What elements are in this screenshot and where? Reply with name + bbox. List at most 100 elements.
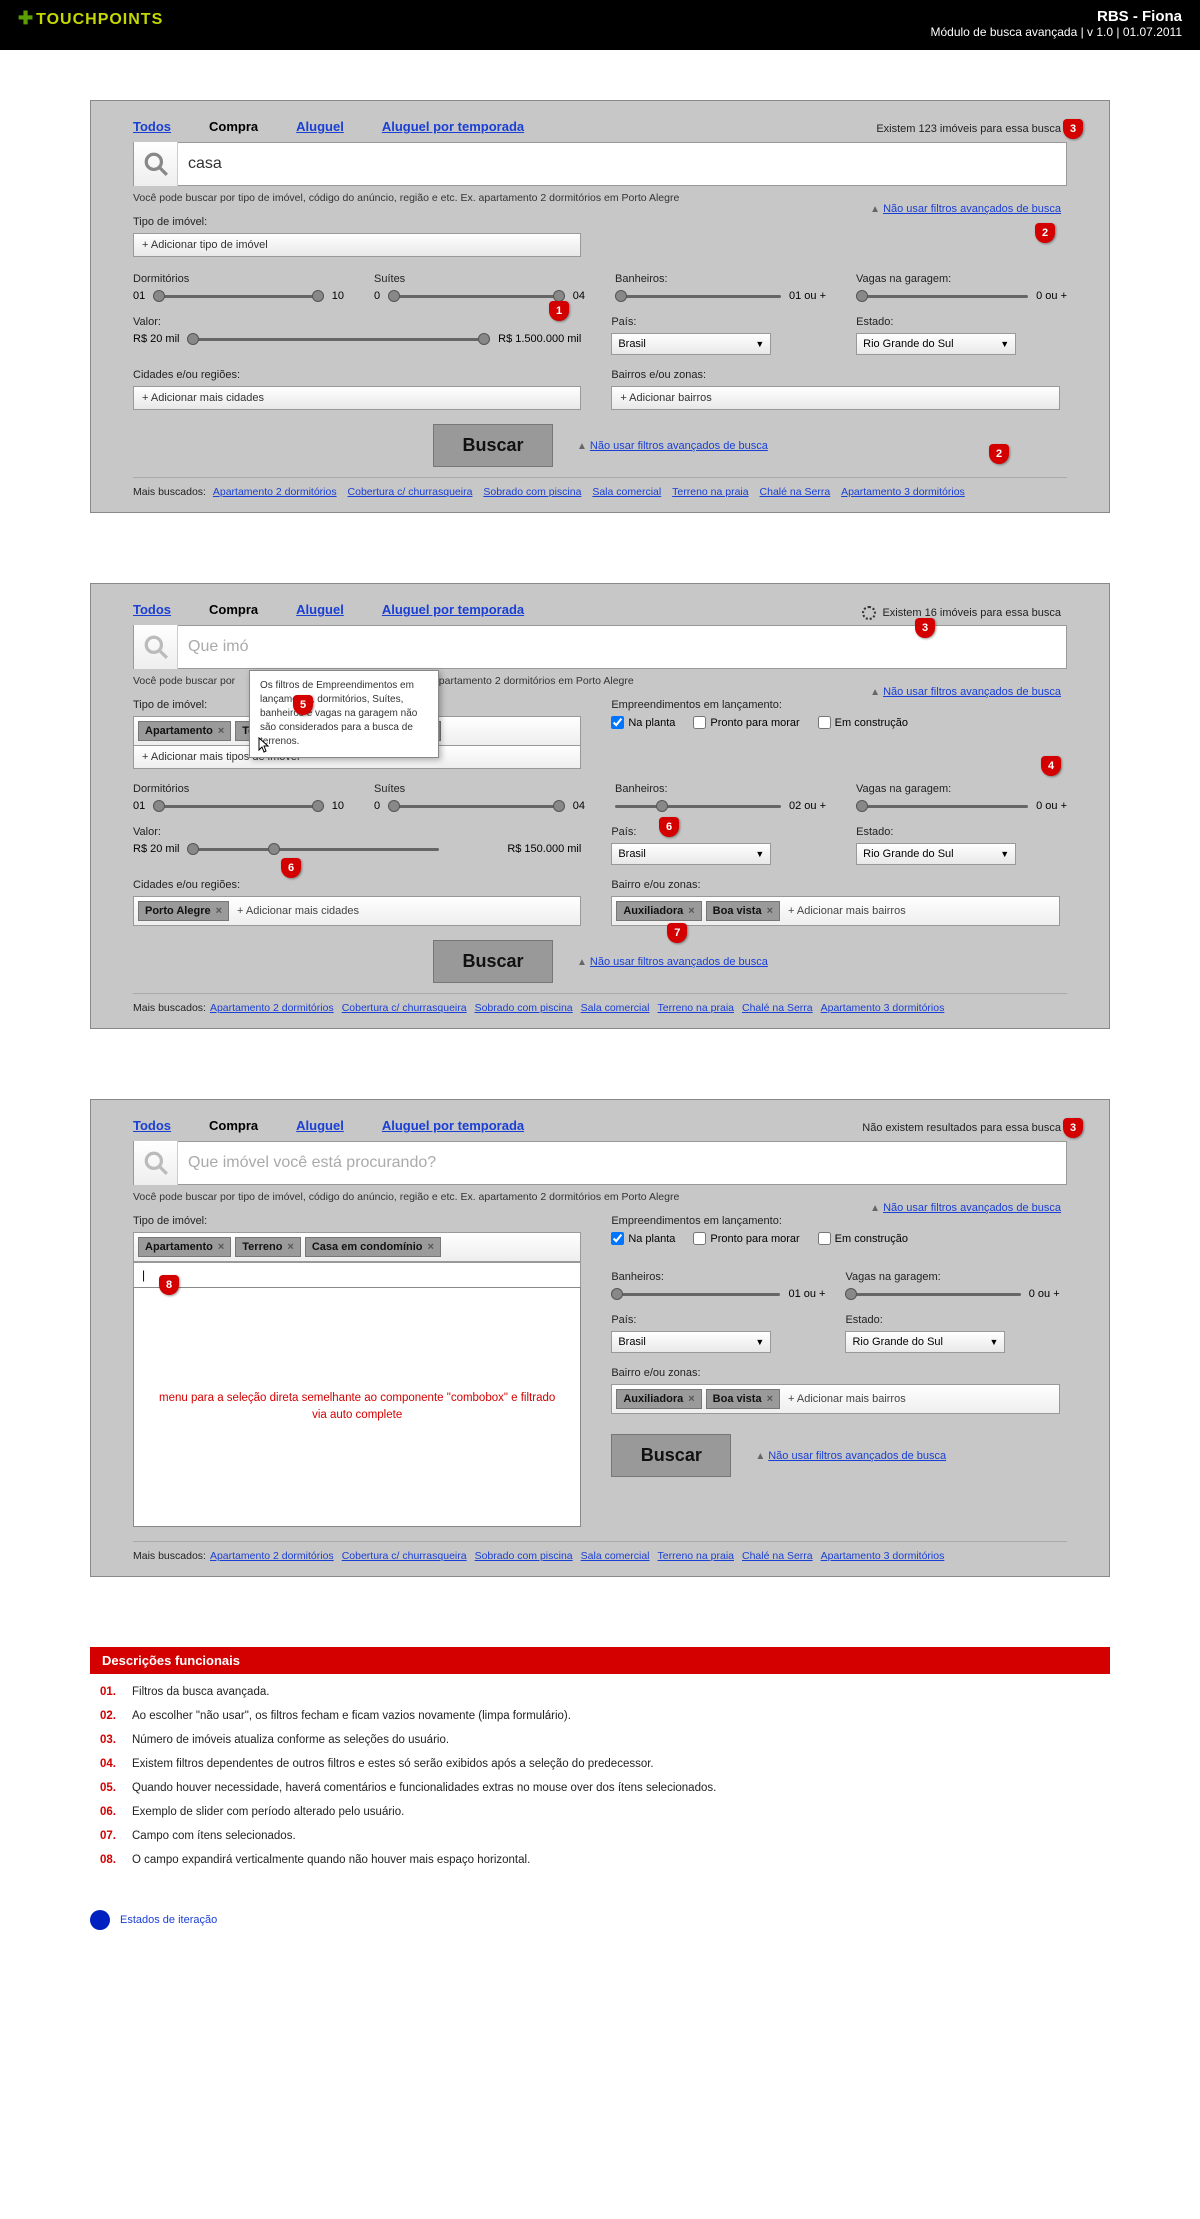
cidades-tokenbox[interactable]: Porto Alegre× + Adicionar mais cidades	[133, 896, 581, 926]
mb-link[interactable]: Sala comercial	[592, 486, 661, 498]
token-boavista[interactable]: Boa vista×	[706, 1389, 780, 1409]
chk-planta[interactable]: Na planta	[611, 716, 675, 729]
tipo-field[interactable]: + Adicionar tipo de imóvel	[133, 233, 581, 257]
mb-link[interactable]: Sala comercial	[581, 1550, 650, 1562]
tab-compra[interactable]: Compra	[209, 119, 258, 134]
tab-aluguel[interactable]: Aluguel	[296, 1118, 344, 1133]
mb-link[interactable]: Apartamento 3 dormitórios	[821, 1550, 945, 1562]
mb-link[interactable]: Cobertura c/ churrasqueira	[348, 486, 473, 498]
search-input[interactable]	[178, 155, 1066, 173]
estado-select[interactable]: Rio Grande do Sul▼	[856, 333, 1016, 355]
close-icon[interactable]: ×	[218, 1241, 224, 1253]
token-apartamento[interactable]: Apartamento×	[138, 721, 231, 741]
pais-select[interactable]: Brasil▼	[611, 333, 771, 355]
mb-link[interactable]: Terreno na praia	[672, 486, 748, 498]
banh-slider[interactable]: 01 ou +	[611, 1288, 825, 1300]
advanced-toggle-link-2[interactable]: ▲Não usar filtros avançados de busca	[755, 1450, 946, 1462]
dorm-slider[interactable]: 0110	[133, 800, 344, 812]
add-more-bairros[interactable]: + Adicionar mais bairros	[784, 1391, 910, 1407]
add-more-bairros[interactable]: + Adicionar mais bairros	[784, 903, 910, 919]
tab-compra[interactable]: Compra	[209, 1118, 258, 1133]
advanced-toggle-link-2[interactable]: ▲Não usar filtros avançados de busca	[577, 440, 768, 452]
tab-todos[interactable]: Todos	[133, 1118, 171, 1133]
mb-link[interactable]: Chalé na Serra	[742, 1550, 813, 1562]
banh-slider[interactable]: 01 ou +	[615, 290, 826, 302]
mb-link[interactable]: Chalé na Serra	[760, 486, 831, 498]
mb-link[interactable]: Terreno na praia	[658, 1002, 734, 1014]
valor-slider[interactable]: R$ 20 milR$ 150.000 mil	[133, 843, 581, 855]
buscar-button[interactable]: Buscar	[433, 940, 553, 983]
tab-aluguel[interactable]: Aluguel	[296, 602, 344, 617]
vagas-slider[interactable]: 0 ou +	[856, 290, 1067, 302]
tipo-tokenbox[interactable]: Apartamento× Terreno× Casa em condomínio…	[133, 1232, 581, 1262]
close-icon[interactable]: ×	[216, 905, 222, 917]
tab-aluguel[interactable]: Aluguel	[296, 119, 344, 134]
token-porto-alegre[interactable]: Porto Alegre×	[138, 901, 229, 921]
vagas-slider[interactable]: 0 ou +	[845, 1288, 1059, 1300]
close-icon[interactable]: ×	[767, 905, 773, 917]
mb-link[interactable]: Chalé na Serra	[742, 1002, 813, 1014]
search-icon[interactable]	[134, 625, 178, 669]
dorm-slider[interactable]: 0110	[133, 290, 344, 302]
chk-construcao[interactable]: Em construção	[818, 716, 908, 729]
advanced-toggle-link[interactable]: ▲Não usar filtros avançados de busca	[870, 686, 1061, 698]
chk-construcao[interactable]: Em construção	[818, 1232, 908, 1245]
mb-link[interactable]: Apartamento 3 dormitórios	[821, 1002, 945, 1014]
advanced-toggle-link-2[interactable]: ▲Não usar filtros avançados de busca	[577, 956, 768, 968]
close-icon[interactable]: ×	[428, 1241, 434, 1253]
bairros-tokenbox[interactable]: Auxiliadora× Boa vista× + Adicionar mais…	[611, 1384, 1059, 1414]
banh-slider[interactable]: 02 ou +	[615, 800, 826, 812]
search-icon[interactable]	[134, 1141, 178, 1185]
search-box[interactable]	[133, 142, 1067, 186]
mb-link[interactable]: Cobertura c/ churrasqueira	[342, 1002, 467, 1014]
tab-temporada[interactable]: Aluguel por temporada	[382, 602, 524, 617]
token-auxiliadora[interactable]: Auxiliadora×	[616, 1389, 701, 1409]
mb-link[interactable]: Sobrado com piscina	[483, 486, 581, 498]
pais-select[interactable]: Brasil▼	[611, 1331, 771, 1353]
estado-select[interactable]: Rio Grande do Sul▼	[856, 843, 1016, 865]
chk-pronto[interactable]: Pronto para morar	[693, 1232, 799, 1245]
mb-link[interactable]: Cobertura c/ churrasqueira	[342, 1550, 467, 1562]
estado-select[interactable]: Rio Grande do Sul▼	[845, 1331, 1005, 1353]
mb-link[interactable]: Terreno na praia	[658, 1550, 734, 1562]
search-input[interactable]	[178, 1154, 1066, 1172]
close-icon[interactable]: ×	[688, 905, 694, 917]
tab-todos[interactable]: Todos	[133, 119, 171, 134]
chk-pronto[interactable]: Pronto para morar	[693, 716, 799, 729]
autocomplete-menu[interactable]: menu para a seleção direta semelhante ao…	[133, 1287, 581, 1527]
tab-temporada[interactable]: Aluguel por temporada	[382, 1118, 524, 1133]
bairros-tokenbox[interactable]: Auxiliadora× Boa vista× + Adicionar mais…	[611, 896, 1059, 926]
advanced-toggle-link[interactable]: ▲Não usar filtros avançados de busca	[870, 203, 1061, 215]
close-icon[interactable]: ×	[688, 1393, 694, 1405]
token-auxiliadora[interactable]: Auxiliadora×	[616, 901, 701, 921]
close-icon[interactable]: ×	[218, 725, 224, 737]
tab-temporada[interactable]: Aluguel por temporada	[382, 119, 524, 134]
suites-slider[interactable]: 004	[374, 800, 585, 812]
search-input[interactable]	[178, 638, 1066, 656]
token-apartamento[interactable]: Apartamento×	[138, 1237, 231, 1257]
mb-link[interactable]: Apartamento 2 dormitórios	[213, 486, 337, 498]
token-terreno[interactable]: Terreno×	[235, 1237, 301, 1257]
add-more-cidades[interactable]: + Adicionar mais cidades	[233, 903, 363, 919]
mb-link[interactable]: Apartamento 2 dormitórios	[210, 1550, 334, 1562]
chk-planta[interactable]: Na planta	[611, 1232, 675, 1245]
cidades-field[interactable]: + Adicionar mais cidades	[133, 386, 581, 410]
advanced-toggle-link[interactable]: ▲Não usar filtros avançados de busca	[870, 1202, 1061, 1214]
buscar-button[interactable]: Buscar	[433, 424, 553, 467]
vagas-slider[interactable]: 0 ou +	[856, 800, 1067, 812]
tab-todos[interactable]: Todos	[133, 602, 171, 617]
mb-link[interactable]: Sobrado com piscina	[475, 1550, 573, 1562]
search-icon[interactable]	[134, 142, 178, 186]
autocomplete-input[interactable]: |	[133, 1262, 581, 1287]
close-icon[interactable]: ×	[287, 1241, 293, 1253]
mb-link[interactable]: Apartamento 2 dormitórios	[210, 1002, 334, 1014]
tab-compra[interactable]: Compra	[209, 602, 258, 617]
token-casa[interactable]: Casa em condomínio×	[305, 1237, 441, 1257]
mb-link[interactable]: Sobrado com piscina	[475, 1002, 573, 1014]
buscar-button[interactable]: Buscar	[611, 1434, 731, 1477]
mb-link[interactable]: Sala comercial	[581, 1002, 650, 1014]
bairros-field[interactable]: + Adicionar bairros	[611, 386, 1059, 410]
valor-slider[interactable]: R$ 20 milR$ 1.500.000 mil	[133, 333, 581, 345]
close-icon[interactable]: ×	[767, 1393, 773, 1405]
mb-link[interactable]: Apartamento 3 dormitórios	[841, 486, 965, 498]
